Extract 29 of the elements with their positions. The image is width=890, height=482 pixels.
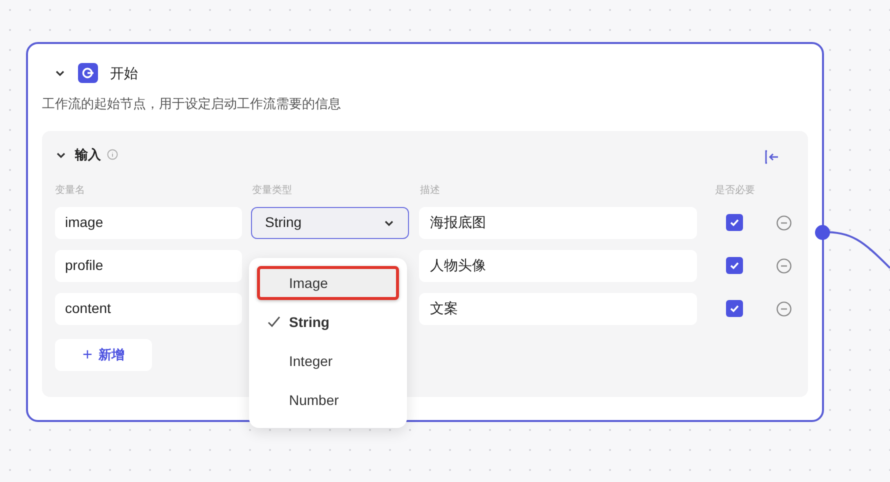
column-header: 变量名 (55, 184, 86, 196)
required-checkbox[interactable] (726, 257, 743, 274)
dropdown-option[interactable]: Integer (257, 344, 399, 378)
description-field[interactable]: 海报底图 (419, 206, 697, 238)
name-field[interactable]: image (55, 206, 242, 238)
dropdown-option[interactable]: Image (257, 266, 399, 300)
import-icon[interactable] (764, 148, 780, 164)
type-select[interactable]: String (251, 206, 409, 238)
description-field[interactable]: 人物头像 (419, 250, 697, 282)
description-field[interactable]: 文案 (419, 292, 697, 324)
dropdown-option[interactable]: Number (257, 383, 399, 417)
column-header: 是否必要 (715, 184, 755, 196)
remove-icon[interactable] (776, 214, 792, 230)
node-icon (78, 63, 98, 83)
add-button[interactable]: + 新增 (55, 338, 152, 370)
column-header: 变量类型 (252, 184, 293, 196)
required-checkbox[interactable] (726, 300, 743, 317)
check-icon (267, 315, 281, 329)
name-field[interactable]: profile (55, 250, 242, 282)
node-description: 工作流的起始节点，用于设定启动工作流需要的信息 (42, 95, 342, 113)
dropdown-option[interactable]: String (257, 305, 399, 339)
column-header: 描述 (420, 184, 441, 196)
required-checkbox[interactable] (726, 214, 743, 231)
name-field[interactable]: content (55, 292, 242, 324)
remove-icon[interactable] (776, 300, 792, 316)
node-title: 开始 (110, 64, 138, 82)
section-title: 输入 (75, 146, 101, 164)
remove-icon[interactable] (776, 258, 792, 274)
connection-handle[interactable] (815, 225, 830, 240)
